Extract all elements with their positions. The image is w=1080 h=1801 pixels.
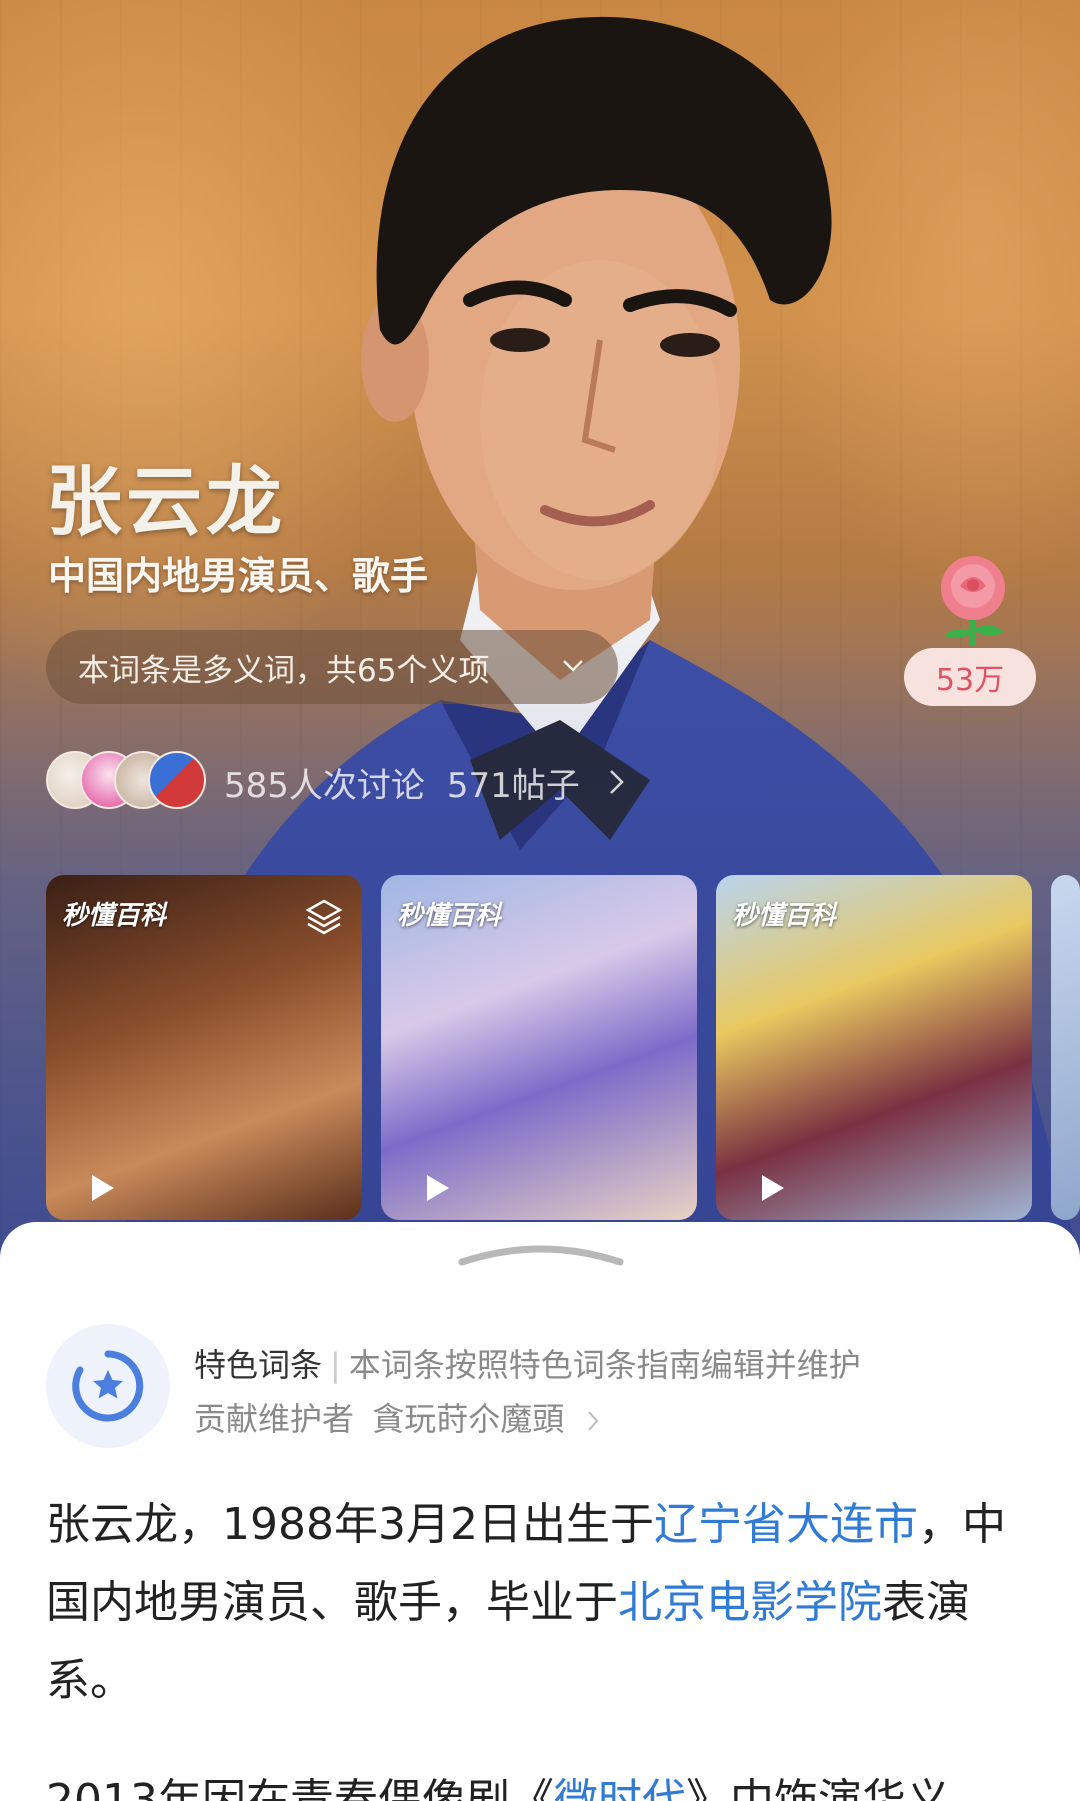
chevron-down-icon	[563, 660, 583, 672]
avatar	[148, 751, 206, 809]
career-paragraph: 2013年因在青春偶像剧《微时代》中饰演华义	[46, 1762, 1046, 1801]
participant-avatars	[46, 751, 210, 813]
contributor-name: 貪玩莳尒魔頭	[372, 1400, 565, 1438]
play-icon	[762, 1175, 784, 1201]
hero-banner: 张云龙 中国内地男演员、歌手 本词条是多义词，共65个义项 53万 585人次讨…	[0, 0, 1080, 1260]
video-card[interactable]: 秒懂百科	[46, 875, 362, 1220]
video-card[interactable]: 秒懂百科	[716, 875, 1032, 1220]
featured-entry-badge	[46, 1324, 170, 1448]
summary-paragraph: 张云龙，1988年3月2日出生于辽宁省大连市，中国内地男演员、歌手，毕业于北京电…	[46, 1499, 1006, 1706]
link-school[interactable]: 北京电影学院	[618, 1577, 882, 1628]
polysemy-label: 本词条是多义词，共65个义项	[78, 652, 490, 689]
contributor-label: 贡献维护者	[194, 1400, 355, 1438]
divider: |	[330, 1346, 341, 1384]
brand-label: 秒懂百科	[732, 901, 837, 931]
play-icon	[427, 1175, 449, 1201]
link-birthplace[interactable]: 辽宁省大连市	[654, 1499, 918, 1550]
brand-label: 秒懂百科	[397, 901, 502, 931]
video-carousel[interactable]: 秒懂百科 秒懂百科 秒懂百科	[46, 875, 1080, 1220]
play-icon	[92, 1175, 114, 1201]
featured-tag: 特色词条	[194, 1346, 323, 1384]
posts-count: 571帖子	[446, 765, 580, 806]
rose-icon[interactable]	[930, 552, 1016, 648]
star-badge-icon	[72, 1350, 144, 1422]
discussion-row[interactable]: 585人次讨论 571帖子	[46, 750, 628, 814]
likes-badge[interactable]: 53万	[904, 648, 1036, 706]
featured-description: 本词条按照特色词条指南编辑并维护	[348, 1346, 861, 1384]
link-drama[interactable]: 微时代	[554, 1775, 686, 1801]
video-card[interactable]	[1051, 875, 1080, 1220]
layers-icon	[305, 899, 343, 935]
contributor-link[interactable]: 贡献维护者 貪玩莳尒魔頭	[194, 1394, 600, 1440]
entry-title: 张云龙	[46, 457, 286, 546]
brand-label: 秒懂百科	[62, 901, 167, 931]
polysemy-dropdown[interactable]: 本词条是多义词，共65个义项	[46, 630, 618, 704]
chevron-right-icon	[609, 770, 624, 794]
video-card[interactable]: 秒懂百科	[381, 875, 697, 1220]
content-sheet: 特色词条 | 本词条按照特色词条指南编辑并维护 贡献维护者 貪玩莳尒魔頭 张云龙，1…	[0, 1222, 1080, 1801]
entry-subtitle: 中国内地男演员、歌手	[48, 554, 429, 598]
chevron-right-icon	[588, 1411, 599, 1431]
sheet-handle[interactable]	[458, 1242, 624, 1266]
discussion-count: 585人次讨论	[224, 765, 425, 806]
